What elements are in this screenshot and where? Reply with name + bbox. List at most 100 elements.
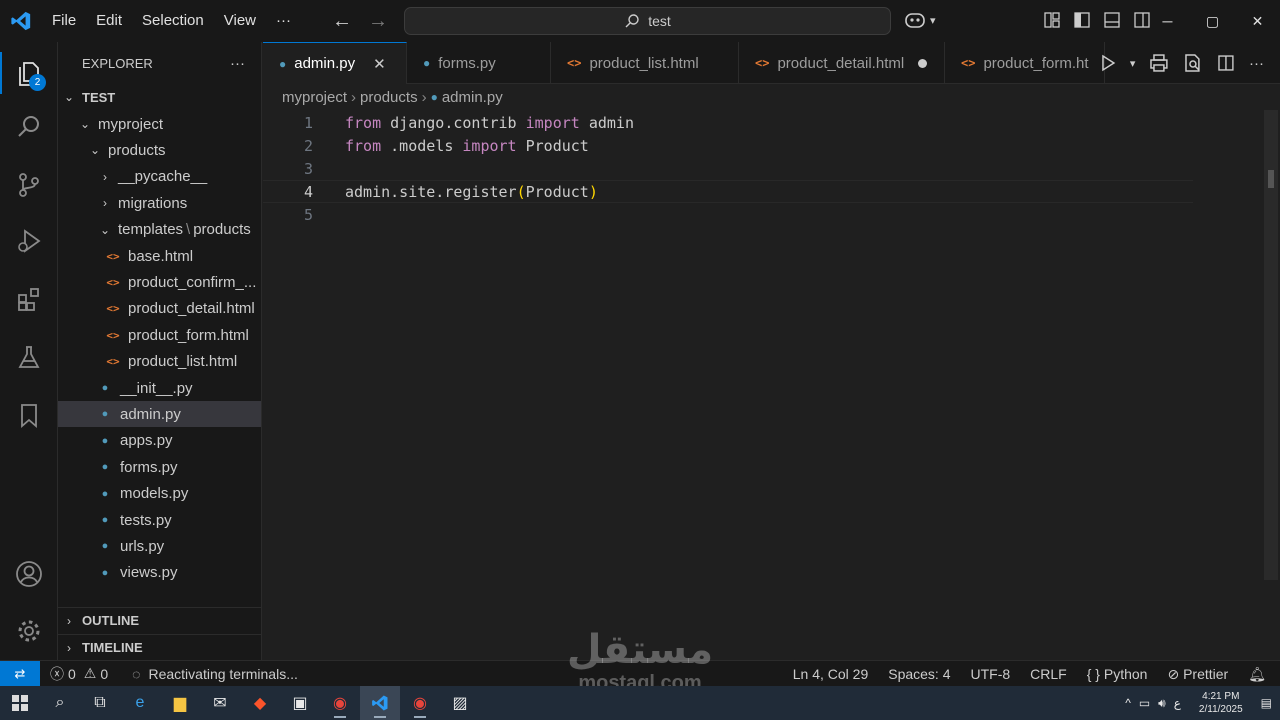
tree-folder[interactable]: ⌄ products: [58, 137, 261, 163]
encoding[interactable]: UTF-8: [971, 666, 1011, 682]
timeline-section[interactable]: › TIMELINE: [58, 634, 261, 660]
menu-view[interactable]: View: [214, 0, 266, 42]
code-editor[interactable]: 1 from django.contrib import admin 2 from .…: [263, 110, 1280, 660]
remote-indicator-icon[interactable]: ⇄: [0, 660, 40, 687]
errors-indicator[interactable]: ⓧ 0 ⚠ 0: [50, 664, 108, 684]
command-center-search[interactable]: test: [404, 7, 891, 35]
outline-section[interactable]: › OUTLINE: [58, 607, 261, 633]
edge-icon[interactable]: e: [120, 686, 160, 720]
close-window-icon[interactable]: ✕: [1235, 0, 1280, 42]
end-of-line[interactable]: CRLF: [1030, 666, 1067, 682]
workspace-root[interactable]: ⌄ TEST: [58, 84, 261, 110]
editor-tab[interactable]: ● forms.py: [407, 42, 551, 84]
run-file-icon[interactable]: [1100, 54, 1116, 72]
chrome-profile-icon[interactable]: ◉: [400, 686, 440, 720]
testing-activity[interactable]: [0, 330, 58, 384]
file-explorer-icon[interactable]: ▆: [160, 686, 200, 720]
code-line[interactable]: 3: [263, 157, 1193, 180]
network-icon[interactable]: ▭: [1139, 696, 1150, 710]
find-in-file-icon[interactable]: [1183, 53, 1203, 73]
indentation[interactable]: Spaces: 4: [888, 666, 950, 682]
explorer-activity[interactable]: 2: [0, 46, 58, 100]
tree-file[interactable]: ● apps.py: [58, 428, 261, 454]
print-icon[interactable]: [1149, 53, 1169, 73]
maximize-icon[interactable]: ▢: [1190, 0, 1235, 42]
menu-more[interactable]: ···: [266, 0, 301, 42]
editor-tab[interactable]: <> product_detail.html: [739, 42, 945, 84]
extensions-activity[interactable]: [0, 272, 58, 326]
code-line[interactable]: 1 from django.contrib import admin: [263, 111, 1193, 134]
tree-folder[interactable]: › migrations: [58, 190, 261, 216]
customize-layout-icon[interactable]: [1043, 11, 1061, 29]
tree-file[interactable]: <> product_detail.html: [58, 296, 261, 322]
search-activity[interactable]: [0, 100, 58, 154]
menu-selection[interactable]: Selection: [132, 0, 214, 42]
forward-arrow-icon[interactable]: →: [367, 10, 389, 33]
mail-icon[interactable]: ✉: [200, 686, 240, 720]
scroll-thumb[interactable]: [1268, 170, 1274, 188]
chrome-icon[interactable]: ◉: [320, 686, 360, 720]
tree-file[interactable]: <> product_list.html: [58, 349, 261, 375]
store-icon[interactable]: ▣: [280, 686, 320, 720]
more-actions-button[interactable]: ···: [1249, 55, 1264, 72]
tree-file[interactable]: ● __init__.py: [58, 375, 261, 401]
clock[interactable]: 4:21 PM 2/11/2025: [1199, 690, 1243, 716]
tree-file[interactable]: <> product_confirm_...: [58, 269, 261, 295]
breadcrumb-item[interactable]: myproject: [282, 89, 347, 106]
tree-file[interactable]: ● models.py: [58, 481, 261, 507]
bookmarks-activity[interactable]: [0, 388, 58, 442]
tree-item-label: admin.py: [120, 405, 181, 423]
prettier-status[interactable]: ⊘ Prettier: [1167, 666, 1228, 683]
tree-folder[interactable]: › __pycache__: [58, 164, 261, 190]
tree-folder[interactable]: ⌄ templates \ products: [58, 217, 261, 243]
breadcrumb-item[interactable]: admin.py: [442, 89, 503, 106]
brave-icon[interactable]: ◆: [240, 686, 280, 720]
run-debug-activity[interactable]: [0, 214, 58, 268]
editor-tab[interactable]: <> product_form.ht: [945, 42, 1105, 84]
tree-item-label: products: [193, 221, 251, 239]
manage-activity[interactable]: [0, 604, 58, 658]
code-line[interactable]: 4 admin.site.register(Product): [263, 180, 1193, 203]
accounts-activity[interactable]: [0, 547, 58, 601]
chevron-down-icon[interactable]: ▾: [1130, 57, 1136, 70]
notifications-bell-icon[interactable]: 🔔︎: [1248, 666, 1266, 683]
code-line[interactable]: 2 from .models import Product: [263, 134, 1193, 157]
taskbar-search-icon[interactable]: ⌕: [40, 686, 80, 720]
vscode-taskbar-icon[interactable]: [360, 686, 400, 720]
source-control-activity[interactable]: [0, 158, 58, 212]
tree-file[interactable]: ● tests.py: [58, 507, 261, 533]
chevron-right-icon: ›: [103, 196, 107, 211]
copilot-button[interactable]: ▾: [904, 10, 936, 30]
chevron-right-icon: ›: [67, 640, 71, 655]
editor-tab[interactable]: <> product_list.html: [551, 42, 739, 84]
tree-file[interactable]: <> product_form.html: [58, 322, 261, 348]
breadcrumb-item[interactable]: products: [360, 89, 418, 106]
tree-file[interactable]: ● urls.py: [58, 533, 261, 559]
toggle-panel-icon[interactable]: [1103, 11, 1121, 29]
split-editor-icon[interactable]: [1217, 54, 1235, 72]
minimize-icon[interactable]: ─: [1145, 0, 1190, 42]
menu-edit[interactable]: Edit: [86, 0, 132, 42]
task-view-icon[interactable]: ⧉: [80, 686, 120, 720]
tree-file[interactable]: ● views.py: [58, 560, 261, 586]
toggle-primary-sidebar-icon[interactable]: [1073, 11, 1091, 29]
explorer-more-button[interactable]: ···: [230, 55, 245, 72]
back-arrow-icon[interactable]: ←: [331, 10, 353, 33]
windows-start-icon[interactable]: [0, 686, 40, 720]
tree-folder[interactable]: ⌄ myproject: [58, 111, 261, 137]
editor-tab[interactable]: ● admin.py ✕: [263, 42, 407, 84]
tree-file[interactable]: ● forms.py: [58, 454, 261, 480]
menu-file[interactable]: File: [42, 0, 86, 42]
cursor-position[interactable]: Ln 4, Col 29: [793, 666, 869, 682]
chevron-up-icon[interactable]: ^: [1125, 696, 1131, 710]
volume-icon[interactable]: 🔊︎: [1158, 696, 1166, 711]
code-line[interactable]: 5: [263, 203, 1193, 226]
tree-file[interactable]: ● admin.py: [58, 401, 261, 428]
close-tab-icon[interactable]: ✕: [373, 55, 386, 73]
input-language[interactable]: ع: [1174, 696, 1181, 710]
tree-file[interactable]: <> base.html: [58, 243, 261, 269]
language-mode[interactable]: { } Python: [1087, 666, 1148, 682]
photos-icon[interactable]: ▨: [440, 686, 480, 720]
notification-center-icon[interactable]: ▤: [1261, 696, 1272, 710]
unsaved-dot-icon[interactable]: [918, 58, 928, 68]
